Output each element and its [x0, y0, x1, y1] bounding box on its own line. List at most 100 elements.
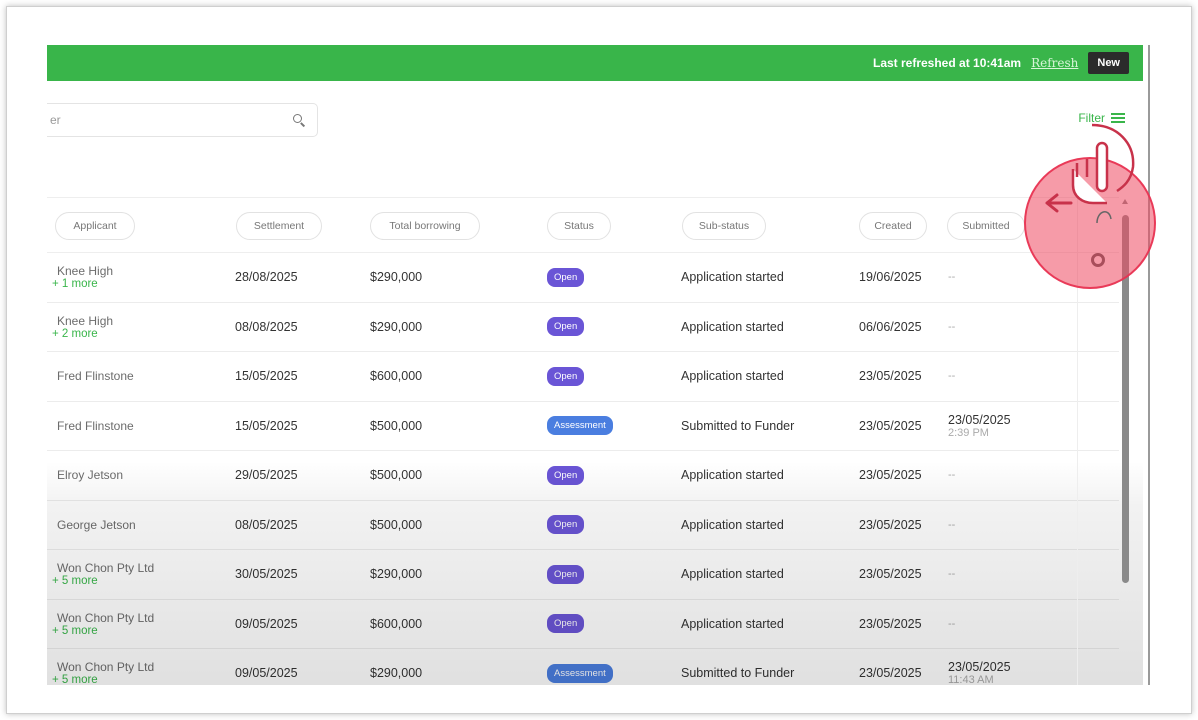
status-cell: Open [547, 451, 585, 500]
search-input[interactable]: er [47, 103, 318, 137]
applicant-cell[interactable]: Fred Flinstone [57, 352, 134, 401]
table-row[interactable]: Knee High + 1 more 28/08/2025 $290,000 Appli… [47, 253, 1119, 303]
settlement-cell: 08/08/2025 [235, 319, 298, 334]
submitted-cell: -- [948, 352, 955, 401]
submitted-date: -- [948, 617, 956, 630]
app-viewport: Last refreshed at 10:41am Refresh New er… [47, 45, 1143, 685]
applicant-more-link[interactable]: + 1 more [52, 278, 113, 290]
window-edge [1148, 45, 1150, 685]
substatus-cell: Submitted to Funder [681, 418, 795, 433]
settlement-cell: 15/05/2025 [235, 369, 298, 384]
applicant-cell[interactable]: Won Chon Pty Ltd + 5 more [52, 649, 154, 685]
column-header-applicant[interactable]: Applicant [55, 212, 135, 240]
created-cell: 23/05/2025 [859, 517, 922, 532]
applicant-name[interactable]: Fred Flinstone [57, 419, 134, 433]
applicant-cell[interactable]: Knee High + 1 more [52, 253, 113, 302]
screenshot-frame: Last refreshed at 10:41am Refresh New er… [6, 6, 1192, 714]
borrowing-cell: $600,000 [370, 616, 423, 631]
last-refreshed-text: Last refreshed at 10:41am [872, 56, 1022, 70]
table-row[interactable]: George Jetson 08/05/2025 $500,000 Applicati… [47, 501, 1119, 550]
column-header-sub-status[interactable]: Sub-status [682, 212, 766, 240]
applicant-name[interactable]: Won Chon Pty Ltd [57, 561, 154, 575]
column-header-created[interactable]: Created [859, 212, 927, 240]
applicant-cell[interactable]: Elroy Jetson [57, 451, 123, 500]
substatus-cell: Application started [681, 468, 784, 483]
applicant-name[interactable]: Knee High [57, 264, 113, 278]
applicant-name[interactable]: Won Chon Pty Ltd [57, 611, 154, 625]
status-cell: Assessment [547, 402, 613, 451]
column-header-settlement[interactable]: Settlement [236, 212, 322, 240]
applicant-name[interactable]: Won Chon Pty Ltd [57, 660, 154, 674]
settlement-cell: 09/05/2025 [235, 666, 298, 681]
top-bar: Last refreshed at 10:41am Refresh New [47, 45, 1143, 81]
status-badge: Open [547, 366, 585, 386]
status-cell: Open [547, 253, 585, 302]
applicant-name[interactable]: Fred Flinstone [57, 369, 134, 383]
table-header: Applicant Settlement Total borrowing Sta… [47, 197, 1119, 253]
substatus-cell: Application started [681, 270, 784, 285]
settlement-cell: 15/05/2025 [235, 418, 298, 433]
substatus-cell: Application started [681, 517, 784, 532]
settlement-cell: 30/05/2025 [235, 567, 298, 582]
submitted-cell: -- [948, 600, 955, 649]
table-body: Knee High + 1 more 28/08/2025 $290,000 Appli… [47, 253, 1119, 685]
status-badge: Open [547, 614, 585, 634]
borrowing-cell: $500,000 [370, 418, 423, 433]
status-badge: Open [547, 515, 585, 535]
created-cell: 23/05/2025 [859, 418, 922, 433]
submitted-cell: -- [948, 550, 955, 599]
applicant-more-link[interactable]: + 5 more [52, 575, 154, 587]
created-cell: 06/06/2025 [859, 319, 922, 334]
submitted-date: -- [948, 469, 956, 482]
table-row[interactable]: Fred Flinstone 15/05/2025 $600,000 Applicat… [47, 352, 1119, 402]
applicant-cell[interactable]: Won Chon Pty Ltd + 5 more [52, 600, 154, 649]
applicant-more-link[interactable]: + 5 more [52, 674, 154, 685]
table-row[interactable]: Knee High + 2 more 08/08/2025 $290,000 Appli… [47, 303, 1119, 352]
column-header-total-borrowing[interactable]: Total borrowing [370, 212, 480, 240]
settlement-cell: 09/05/2025 [235, 616, 298, 631]
table-row[interactable]: Won Chon Pty Ltd + 5 more 30/05/2025 $290,0… [47, 550, 1119, 600]
submitted-date: 23/05/2025 [948, 412, 1011, 427]
status-cell: Open [547, 352, 585, 401]
search-icon[interactable] [293, 114, 305, 126]
submitted-time: 11:43 AM [948, 674, 994, 685]
borrowing-cell: $500,000 [370, 468, 423, 483]
borrowing-cell: $290,000 [370, 270, 423, 285]
submitted-cell: -- [948, 451, 955, 500]
column-header-submitted[interactable]: Submitted [947, 212, 1025, 240]
applicant-name[interactable]: Knee High [57, 314, 113, 328]
substatus-cell: Application started [681, 319, 784, 334]
applicant-more-link[interactable]: + 5 more [52, 625, 154, 637]
created-cell: 23/05/2025 [859, 666, 922, 681]
new-button[interactable]: New [1088, 52, 1129, 74]
settlement-cell: 29/05/2025 [235, 468, 298, 483]
borrowing-cell: $500,000 [370, 517, 423, 532]
settlement-cell: 28/08/2025 [235, 270, 298, 285]
search-placeholder: er [50, 113, 61, 127]
applicant-name[interactable]: Elroy Jetson [57, 468, 123, 482]
applicant-more-link[interactable]: + 2 more [52, 328, 113, 340]
table-row[interactable]: Won Chon Pty Ltd + 5 more 09/05/2025 $290,0… [47, 649, 1119, 685]
applicant-cell[interactable]: Fred Flinstone [57, 402, 134, 451]
borrowing-cell: $290,000 [370, 319, 423, 334]
borrowing-cell: $290,000 [370, 666, 423, 681]
submitted-date: -- [948, 271, 956, 284]
table-row[interactable]: Won Chon Pty Ltd + 5 more 09/05/2025 $600,0… [47, 600, 1119, 649]
applicant-cell[interactable]: Knee High + 2 more [52, 303, 113, 352]
submitted-date: -- [948, 568, 956, 581]
applicant-cell[interactable]: Won Chon Pty Ltd + 5 more [52, 550, 154, 599]
table-row[interactable]: Fred Flinstone 15/05/2025 $500,000 Submitte… [47, 402, 1119, 451]
substatus-cell: Application started [681, 567, 784, 582]
status-badge: Open [547, 317, 585, 337]
applicant-name[interactable]: George Jetson [57, 518, 136, 532]
column-header-status[interactable]: Status [547, 212, 611, 240]
table-row[interactable]: Elroy Jetson 29/05/2025 $500,000 Applicatio… [47, 451, 1119, 501]
created-cell: 23/05/2025 [859, 468, 922, 483]
substatus-cell: Application started [681, 369, 784, 384]
status-cell: Open [547, 303, 585, 352]
applicant-cell[interactable]: George Jetson [57, 501, 136, 550]
status-cell: Open [547, 501, 585, 550]
created-cell: 23/05/2025 [859, 567, 922, 582]
refresh-link[interactable]: Refresh [1031, 56, 1078, 70]
status-badge: Assessment [547, 663, 613, 683]
